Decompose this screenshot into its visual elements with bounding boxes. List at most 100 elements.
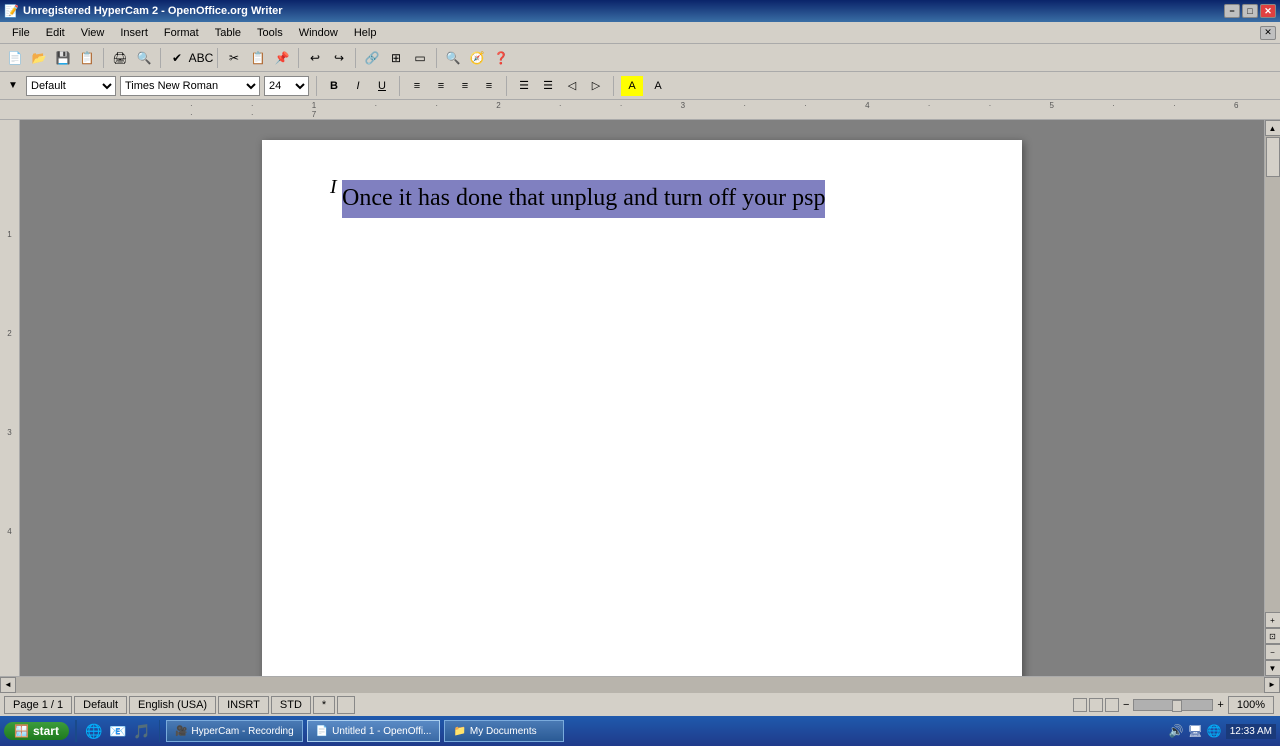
align-right-button[interactable]: ≡ bbox=[455, 76, 475, 96]
table-button[interactable]: ⊞ bbox=[385, 47, 407, 69]
maximize-button[interactable]: □ bbox=[1242, 4, 1258, 18]
menu-help[interactable]: Help bbox=[346, 25, 385, 41]
taskbar-quick-launch: 🌐 📧 🎵 bbox=[83, 720, 153, 742]
menu-table[interactable]: Table bbox=[207, 25, 249, 41]
menu-close-button[interactable]: ✕ bbox=[1260, 26, 1276, 40]
zoom-in-btn[interactable]: + bbox=[1217, 699, 1223, 711]
view-btn-3[interactable] bbox=[1105, 698, 1119, 712]
copy-button[interactable]: 📋 bbox=[247, 47, 269, 69]
zoom-slider[interactable] bbox=[1133, 699, 1213, 711]
selected-text[interactable]: Once it has done that unplug and turn of… bbox=[342, 180, 825, 218]
align-left-button[interactable]: ≡ bbox=[407, 76, 427, 96]
std-mode[interactable]: STD bbox=[271, 696, 311, 714]
title-bar-text: Unregistered HyperCam 2 - OpenOffice.org… bbox=[23, 5, 283, 17]
view-btn-2[interactable] bbox=[1089, 698, 1103, 712]
menu-window[interactable]: Window bbox=[291, 25, 346, 41]
start-button[interactable]: 🪟 start bbox=[4, 722, 69, 740]
scroll-zoom-out[interactable]: − bbox=[1265, 644, 1280, 660]
system-clock: 12:33 AM bbox=[1226, 724, 1276, 739]
horizontal-scrollbar[interactable]: ◄ ► bbox=[0, 676, 1280, 692]
list-button[interactable]: ☰ bbox=[514, 76, 534, 96]
italic-button[interactable]: I bbox=[348, 76, 368, 96]
undo-button[interactable]: ↩ bbox=[304, 47, 326, 69]
start-label: start bbox=[33, 724, 59, 738]
indent-more-button[interactable]: ▷ bbox=[586, 76, 606, 96]
menu-tools[interactable]: Tools bbox=[249, 25, 291, 41]
horizontal-ruler: · · 1 · · 2 · · 3 · · 4 · · 5 · · 6 · · … bbox=[0, 100, 1280, 120]
menu-bar: File Edit View Insert Format Table Tools… bbox=[0, 22, 1280, 44]
font-name-select[interactable]: Times New Roman bbox=[120, 76, 260, 96]
scroll-zoom-in[interactable]: + bbox=[1265, 612, 1280, 628]
view-buttons bbox=[1073, 698, 1119, 712]
taskbar-sep2 bbox=[159, 720, 160, 742]
zoom-out-btn[interactable]: − bbox=[1123, 699, 1129, 711]
zoom-slider-thumb[interactable] bbox=[1172, 700, 1182, 712]
menu-file[interactable]: File bbox=[4, 25, 38, 41]
taskbar-hypercam[interactable]: 🎥 HyperCam - Recording bbox=[166, 720, 303, 742]
navigator-button[interactable]: 🧭 bbox=[466, 47, 488, 69]
app-icon: 📝 bbox=[4, 4, 19, 18]
font-size-select[interactable]: 24 bbox=[264, 76, 309, 96]
formatting-toolbar: ▼ Default Times New Roman 24 B I U ≡ ≡ ≡… bbox=[0, 72, 1280, 100]
print-button[interactable]: 🖨 bbox=[109, 47, 131, 69]
autocorrect-button[interactable]: ABC bbox=[190, 47, 212, 69]
align-center-button[interactable]: ≡ bbox=[431, 76, 451, 96]
vertical-scrollbar[interactable]: ▲ + ⊡ − ▼ bbox=[1264, 120, 1280, 676]
paragraph-style-select[interactable]: Default bbox=[26, 76, 116, 96]
menu-edit[interactable]: Edit bbox=[38, 25, 73, 41]
scroll-up-button[interactable]: ▲ bbox=[1265, 120, 1280, 136]
bold-button[interactable]: B bbox=[324, 76, 344, 96]
taskbar-writer[interactable]: 📄 Untitled 1 - OpenOffi... bbox=[307, 720, 441, 742]
scroll-track[interactable] bbox=[1265, 136, 1280, 612]
underline-button[interactable]: U bbox=[372, 76, 392, 96]
find-button[interactable]: 🔍 bbox=[442, 47, 464, 69]
scroll-down-button[interactable]: ▼ bbox=[1265, 660, 1280, 676]
toolbar-sep-6 bbox=[436, 48, 437, 68]
taskbar-mydocs[interactable]: 📁 My Documents bbox=[444, 720, 564, 742]
scroll-thumb[interactable] bbox=[1266, 137, 1280, 177]
print-preview-button[interactable]: 🔍 bbox=[133, 47, 155, 69]
highlight-button[interactable]: A bbox=[621, 76, 643, 96]
minimize-button[interactable]: − bbox=[1224, 4, 1240, 18]
font-color-button[interactable]: A bbox=[647, 76, 669, 96]
new-button[interactable]: 📄 bbox=[4, 47, 26, 69]
frame-button[interactable]: ▭ bbox=[409, 47, 431, 69]
start-icon: 🪟 bbox=[14, 724, 29, 738]
paste-button[interactable]: 📌 bbox=[271, 47, 293, 69]
menu-view[interactable]: View bbox=[73, 25, 113, 41]
document-area[interactable]: I Once it has done that unplug and turn … bbox=[20, 120, 1264, 676]
help-button[interactable]: ❓ bbox=[490, 47, 512, 69]
redo-button[interactable]: ↪ bbox=[328, 47, 350, 69]
title-bar-controls: − □ ✕ bbox=[1224, 4, 1276, 18]
hyperlink-button[interactable]: 🔗 bbox=[361, 47, 383, 69]
scroll-zoom-fit[interactable]: ⊡ bbox=[1265, 628, 1280, 644]
mydocs-label: My Documents bbox=[470, 726, 537, 737]
spellcheck-button[interactable]: ✔ bbox=[166, 47, 188, 69]
style-button[interactable]: ▼ bbox=[4, 77, 22, 95]
zoom-level: 100% bbox=[1228, 696, 1274, 714]
h-scroll-track[interactable] bbox=[16, 677, 1264, 693]
toolbar-sep-2 bbox=[160, 48, 161, 68]
toolbar-sep-3 bbox=[217, 48, 218, 68]
save-as-button[interactable]: 📋 bbox=[76, 47, 98, 69]
scroll-left-button[interactable]: ◄ bbox=[0, 677, 16, 693]
writer-label: Untitled 1 - OpenOffi... bbox=[332, 726, 431, 737]
indent-less-button[interactable]: ◁ bbox=[562, 76, 582, 96]
quick-email[interactable]: 📧 bbox=[107, 720, 129, 742]
view-btn-1[interactable] bbox=[1073, 698, 1087, 712]
main-area: 1 2 3 4 I Once it has done that unplug a… bbox=[0, 120, 1280, 676]
open-button[interactable]: 📂 bbox=[28, 47, 50, 69]
justify-button[interactable]: ≡ bbox=[479, 76, 499, 96]
quick-media[interactable]: 🎵 bbox=[131, 720, 153, 742]
insert-mode[interactable]: INSRT bbox=[218, 696, 269, 714]
quick-ie[interactable]: 🌐 bbox=[83, 720, 105, 742]
system-tray: 🔊 🖥 🌐 12:33 AM bbox=[1169, 724, 1276, 739]
cut-button[interactable]: ✂ bbox=[223, 47, 245, 69]
menu-format[interactable]: Format bbox=[156, 25, 207, 41]
menu-insert[interactable]: Insert bbox=[112, 25, 156, 41]
document-page[interactable]: I Once it has done that unplug and turn … bbox=[262, 140, 1022, 676]
save-button[interactable]: 💾 bbox=[52, 47, 74, 69]
scroll-right-button[interactable]: ► bbox=[1264, 677, 1280, 693]
num-list-button[interactable]: ☰ bbox=[538, 76, 558, 96]
close-button[interactable]: ✕ bbox=[1260, 4, 1276, 18]
